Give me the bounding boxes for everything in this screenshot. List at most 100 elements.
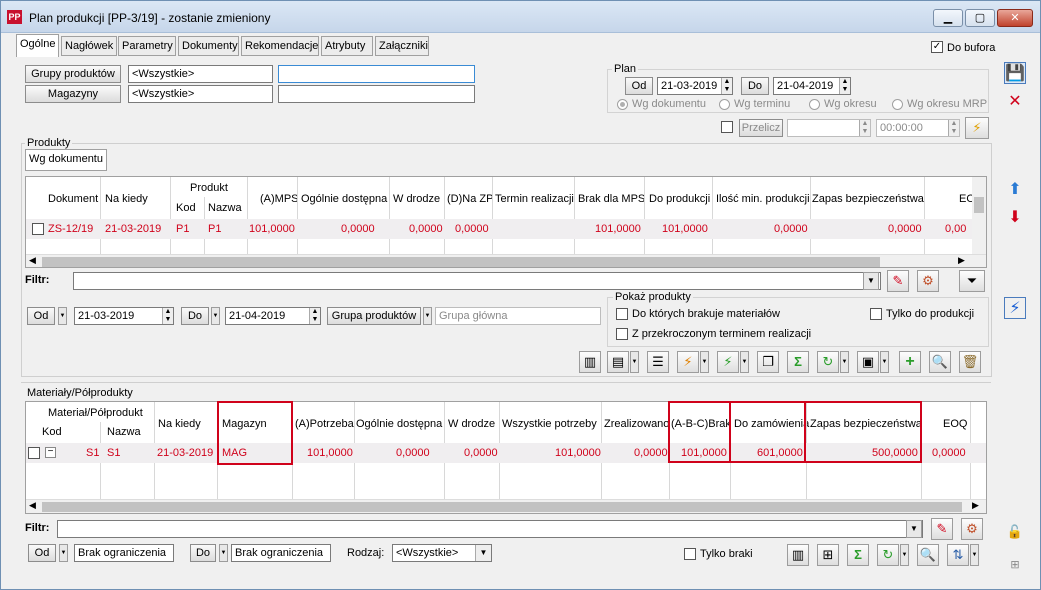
col-na-zp[interactable]: (D)Na ZP — [447, 193, 493, 205]
sum-icon[interactable]: Σ — [847, 544, 869, 566]
col-termin[interactable]: Termin realizacji — [495, 193, 574, 205]
document-dropdown-icon[interactable]: ▼ — [630, 351, 639, 373]
radio-wg-okresu[interactable] — [809, 99, 820, 110]
plan-od-date[interactable]: 21-03-2019 ▲ ▼ — [657, 77, 733, 95]
grid-icon[interactable]: ⊞ — [817, 544, 839, 566]
lightning-green-icon[interactable]: ⚡ — [717, 351, 739, 373]
grupy-produktow-search-input[interactable] — [278, 65, 475, 83]
lightning-dropdown-icon[interactable]: ▼ — [740, 351, 749, 373]
col-ogolnie[interactable]: Ogólnie dostępna — [356, 418, 442, 430]
search-icon[interactable]: 🔍 — [917, 544, 939, 566]
col-wszystkie[interactable]: Wszystkie potrzeby — [502, 418, 597, 430]
copy-icon[interactable]: ❐ — [757, 351, 779, 373]
produkty-filtr-input[interactable] — [73, 272, 881, 290]
grupa-produktow-button[interactable]: Grupa produktów — [327, 307, 421, 325]
sum-icon[interactable]: Σ — [787, 351, 809, 373]
search-icon[interactable]: 🔍 — [929, 351, 951, 373]
spinner-icon[interactable]: ▲ ▼ — [309, 308, 320, 324]
tab-rekomendacje[interactable]: Rekomendacje — [241, 36, 319, 56]
minimize-button[interactable]: ▁ — [933, 9, 963, 27]
spinner-icon[interactable]: ▲ ▼ — [859, 120, 870, 136]
materialy-od-field[interactable]: Brak ograniczenia — [74, 544, 174, 562]
lock-icon[interactable]: 🔓 — [1004, 521, 1026, 543]
save-icon[interactable]: 💾 — [1004, 62, 1026, 84]
col-zrealizowano[interactable]: Zrealizowano — [604, 418, 669, 430]
materialy-od-button[interactable]: Od — [28, 544, 56, 562]
delete-icon[interactable]: 🗑 — [959, 351, 981, 373]
magazyny-search-input[interactable] — [278, 85, 475, 103]
export-icon[interactable]: ⬆ — [1004, 179, 1026, 201]
tab-atrybuty[interactable]: Atrybuty — [321, 36, 373, 56]
col-w-drodze[interactable]: W drodze — [448, 418, 495, 430]
tylko-do-produkcji-checkbox[interactable] — [870, 308, 882, 320]
od-dropdown-icon[interactable]: ▼ — [59, 544, 68, 562]
plan-od-button[interactable]: Od — [625, 77, 653, 95]
przelicz-value-field[interactable]: ▲ ▼ — [787, 119, 871, 137]
grupa-produktow-field[interactable]: Grupa główna — [435, 307, 601, 325]
cancel-icon[interactable]: ✕ — [1004, 91, 1026, 113]
spinner-icon[interactable]: ▲ ▼ — [839, 78, 850, 94]
add-icon[interactable]: + — [899, 351, 921, 373]
radio-wg-terminu[interactable] — [719, 99, 730, 110]
col-dokument[interactable]: Dokument — [48, 193, 98, 205]
do-ktorych-brakuje-checkbox[interactable] — [616, 308, 628, 320]
edit-dropdown-icon[interactable]: ▼ — [880, 351, 889, 373]
col-mps[interactable]: (A)MPS — [260, 193, 299, 205]
col-na-kiedy[interactable]: Na kiedy — [158, 418, 201, 430]
radio-wg-dokumentu[interactable] — [617, 99, 628, 110]
tab-dokumenty[interactable]: Dokumenty — [178, 36, 239, 56]
rodzaj-select[interactable]: <Wszystkie> ▼ — [392, 544, 492, 562]
generate-dropdown-icon[interactable]: ▼ — [700, 351, 709, 373]
maximize-button[interactable]: ▢ — [965, 9, 995, 27]
clear-filter-icon[interactable]: ✎ — [887, 270, 909, 292]
col-na-kiedy[interactable]: Na kiedy — [105, 193, 148, 205]
col-ilosc-min[interactable]: Ilość min. produkcji — [716, 193, 810, 205]
produkty-vscroll[interactable] — [972, 177, 986, 255]
filter-apply-icon[interactable]: ⏷ — [959, 270, 985, 292]
plan-do-button[interactable]: Do — [741, 77, 769, 95]
col-kod[interactable]: Kod — [176, 202, 196, 214]
produkty-od-date[interactable]: 21-03-2019 ▲ ▼ — [74, 307, 174, 325]
przelicz-button[interactable]: Przelicz — [739, 119, 783, 137]
przelicz-checkbox[interactable] — [721, 121, 733, 133]
table-row[interactable] — [26, 219, 972, 239]
row-select-checkbox[interactable] — [28, 447, 40, 459]
od-dropdown-icon[interactable]: ▼ — [58, 307, 67, 325]
refresh-icon[interactable]: ↻ — [877, 544, 899, 566]
do-bufora-checkbox[interactable]: ✓ — [931, 41, 943, 53]
close-button[interactable]: ✕ — [997, 9, 1033, 27]
produkty-od-button[interactable]: Od — [27, 307, 55, 325]
col-produkt[interactable]: Produkt — [190, 182, 228, 194]
materialy-filtr-input[interactable] — [57, 520, 923, 538]
spinner-icon[interactable]: ▲ ▼ — [162, 308, 173, 324]
col-eoq[interactable]: EOQ — [943, 418, 967, 430]
help-lightning-icon[interactable]: ⚡ — [965, 117, 989, 139]
chart-icon[interactable]: ▥ — [579, 351, 601, 373]
lightning-icon[interactable]: ⚡ — [1004, 297, 1026, 319]
col-zapas[interactable]: Zapas bezpieczeństwa — [812, 193, 924, 205]
produkty-do-date[interactable]: 21-04-2019 ▲ ▼ — [225, 307, 321, 325]
przekroczony-termin-checkbox[interactable] — [616, 328, 628, 340]
magazyny-field[interactable]: <Wszystkie> — [128, 85, 273, 103]
chevron-down-icon[interactable]: ▼ — [475, 545, 491, 561]
import-icon[interactable]: ⬇ — [1004, 207, 1026, 229]
col-do-produkcji[interactable]: Do produkcji — [649, 193, 710, 205]
col-brak-mps[interactable]: Brak dla MPS — [578, 193, 645, 205]
tab-zalaczniki[interactable]: Załączniki — [375, 36, 429, 56]
spinner-icon[interactable]: ▲ ▼ — [721, 78, 732, 94]
chevron-down-icon[interactable]: ▼ — [863, 272, 879, 290]
filter-builder-icon[interactable]: ⚙ — [917, 270, 939, 292]
refresh-dropdown-icon[interactable]: ▼ — [840, 351, 849, 373]
col-kod[interactable]: Kod — [42, 426, 62, 438]
sort-dropdown-icon[interactable]: ▼ — [970, 544, 979, 566]
chart-icon[interactable]: ▥ — [787, 544, 809, 566]
clear-filter-icon[interactable]: ✎ — [931, 518, 953, 540]
generate-icon[interactable]: ⚡ — [677, 351, 699, 373]
do-dropdown-icon[interactable]: ▼ — [211, 307, 220, 325]
przelicz-time-field[interactable]: 00:00:00 ▲ ▼ — [876, 119, 960, 137]
tab-parametry[interactable]: Parametry — [118, 36, 176, 56]
tab-naglowek[interactable]: Nagłówek — [61, 36, 117, 56]
tab-wg-dokumentu[interactable]: Wg dokumentu — [25, 149, 107, 171]
col-potrzeba[interactable]: (A)Potrzeba — [295, 418, 354, 430]
pin-icon[interactable]: ⊞ — [1004, 554, 1026, 576]
